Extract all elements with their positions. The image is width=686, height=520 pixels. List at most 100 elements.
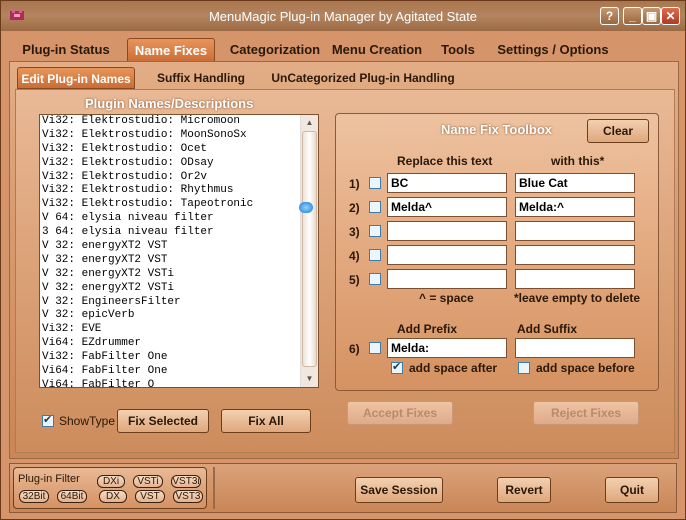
window-title: MenuMagic Plug-in Manager by Agitated St… — [208, 9, 478, 24]
row-6-number: 6) — [349, 342, 360, 356]
row-5-number: 5) — [349, 273, 360, 287]
subtab-edit-plugin-names[interactable]: Edit Plug-in Names — [17, 67, 135, 89]
list-item[interactable]: 3 64: elysia niveau filter — [42, 226, 298, 240]
clear-button[interactable]: Clear — [587, 119, 649, 143]
filter-dx-pill[interactable]: DX — [99, 490, 127, 503]
showtype-label: ShowType — [59, 414, 116, 428]
row-5-checkbox[interactable] — [369, 273, 381, 285]
fix-all-button[interactable]: Fix All — [221, 409, 311, 433]
subtab-suffix-handling[interactable]: Suffix Handling — [153, 67, 249, 89]
filter-dxi-pill[interactable]: DXi — [97, 475, 125, 488]
suffix-header: Add Suffix — [517, 322, 577, 336]
reject-fixes-button[interactable]: Reject Fixes — [533, 401, 639, 425]
row-3-checkbox[interactable] — [369, 225, 381, 237]
list-item[interactable]: Vi32: EVE — [42, 323, 298, 337]
space-note: ^ = space — [419, 291, 474, 305]
scroll-thumb[interactable] — [302, 131, 317, 367]
row-1-number: 1) — [349, 177, 360, 191]
row-2-checkbox[interactable] — [369, 201, 381, 213]
row-1-checkbox[interactable] — [369, 177, 381, 189]
list-item[interactable]: Vi32: FabFilter One — [42, 351, 298, 365]
list-item[interactable]: V 64: elysia niveau filter — [42, 212, 298, 226]
prefix-field[interactable]: Melda: — [387, 338, 507, 358]
row-2-replace-field[interactable]: Melda^ — [387, 197, 507, 217]
list-item[interactable]: V 32: EngineersFilter — [42, 296, 298, 310]
toolbox-title: Name Fix Toolbox — [441, 122, 552, 137]
save-session-button[interactable]: Save Session — [355, 477, 443, 503]
suffix-field[interactable] — [515, 338, 635, 358]
row-3-replace-field[interactable] — [387, 221, 507, 241]
revert-button[interactable]: Revert — [497, 477, 551, 503]
add-space-before-label: add space before — [536, 361, 635, 375]
accept-fixes-button[interactable]: Accept Fixes — [347, 401, 453, 425]
row-4-checkbox[interactable] — [369, 249, 381, 261]
filter-vsti-pill[interactable]: VSTi — [133, 475, 163, 488]
filter-64bit-pill[interactable]: 64Bit — [57, 490, 87, 503]
quit-button[interactable]: Quit — [605, 477, 659, 503]
list-item[interactable]: Vi64: FabFilter O — [42, 379, 298, 387]
bottom-separator — [213, 467, 215, 509]
list-item[interactable]: Vi32: Elektrostudio: Micromoon — [42, 115, 298, 129]
list-item[interactable]: Vi32: Elektrostudio: MoonSonoSx — [42, 129, 298, 143]
scroll-down-arrow-icon[interactable]: ▼ — [302, 372, 317, 386]
help-button[interactable]: ? — [600, 7, 619, 25]
maximize-button[interactable]: ▣ — [642, 7, 661, 25]
add-space-after-checkbox[interactable] — [391, 360, 403, 374]
list-item[interactable]: Vi32: Elektrostudio: Tapeotronic — [42, 198, 298, 212]
add-space-after-label: add space after — [409, 361, 498, 375]
plugin-filter-label: Plug-in Filter — [18, 473, 80, 485]
row-2-with-field[interactable]: Melda:^ — [515, 197, 635, 217]
row-5-replace-field[interactable] — [387, 269, 507, 289]
filter-vst-pill[interactable]: VST — [135, 490, 165, 503]
row-3-with-field[interactable] — [515, 221, 635, 241]
list-item[interactable]: V 32: epicVerb — [42, 309, 298, 323]
list-item[interactable]: Vi64: EZdrummer — [42, 337, 298, 351]
list-item[interactable]: V 32: energyXT2 VST — [42, 240, 298, 254]
list-item[interactable]: Vi32: Elektrostudio: Or2v — [42, 171, 298, 185]
list-item[interactable]: V 32: energyXT2 VSTi — [42, 282, 298, 296]
tab-plugin-status[interactable]: Plug-in Status — [17, 38, 115, 62]
list-item[interactable]: Vi32: Elektrostudio: ODsay — [42, 157, 298, 171]
row-5-with-field[interactable] — [515, 269, 635, 289]
filter-vst3i-pill[interactable]: VST3i — [171, 475, 201, 488]
list-item[interactable]: Vi64: FabFilter One — [42, 365, 298, 379]
scroll-position-knob-icon[interactable] — [299, 202, 313, 213]
list-item[interactable]: V 32: energyXT2 VST — [42, 254, 298, 268]
row-3-number: 3) — [349, 225, 360, 239]
filter-vst3-pill[interactable]: VST3 — [173, 490, 203, 503]
minimize-button[interactable]: _ — [623, 7, 642, 25]
list-item[interactable]: V 32: energyXT2 VSTi — [42, 268, 298, 282]
title-bar: MenuMagic Plug-in Manager by Agitated St… — [1, 1, 685, 31]
row-4-with-field[interactable] — [515, 245, 635, 265]
scroll-up-arrow-icon[interactable]: ▲ — [302, 116, 317, 130]
replace-header: Replace this text — [397, 154, 493, 168]
main-tabs: Plug-in Status Name Fixes Categorization… — [9, 35, 677, 63]
main-window: MenuMagic Plug-in Manager by Agitated St… — [0, 0, 686, 520]
with-header: with this* — [551, 154, 605, 168]
tab-menu-creation[interactable]: Menu Creation — [331, 38, 423, 62]
tab-name-fixes[interactable]: Name Fixes — [127, 38, 215, 62]
tab-settings-options[interactable]: Settings / Options — [495, 38, 611, 62]
plugin-list-header: Plugin Names/Descriptions — [85, 96, 254, 111]
row-4-replace-field[interactable] — [387, 245, 507, 265]
prefix-header: Add Prefix — [397, 322, 458, 336]
delete-note: *leave empty to delete — [514, 291, 641, 305]
row-6-checkbox[interactable] — [369, 342, 381, 354]
row-1-with-field[interactable]: Blue Cat — [515, 173, 635, 193]
plugin-list[interactable]: Vi32: Elektrostudio: Micromoon Vi32: Elek… — [39, 114, 319, 388]
plugin-list-scrollbar[interactable]: ▲ ▼ — [300, 115, 318, 387]
subtab-uncategorized-handling[interactable]: UnCategorized Plug-in Handling — [271, 67, 455, 89]
row-2-number: 2) — [349, 201, 360, 215]
list-item[interactable]: Vi32: Elektrostudio: Ocet — [42, 143, 298, 157]
list-item[interactable]: Vi32: Elektrostudio: Rhythmus — [42, 184, 298, 198]
filter-32bit-pill[interactable]: 32Bit — [19, 490, 49, 503]
plugin-list-items: Vi32: Elektrostudio: Micromoon Vi32: Elek… — [42, 115, 298, 387]
fix-selected-button[interactable]: Fix Selected — [117, 409, 209, 433]
add-space-before-checkbox[interactable] — [518, 362, 530, 374]
row-4-number: 4) — [349, 249, 360, 263]
tab-categorization[interactable]: Categorization — [225, 38, 325, 62]
showtype-checkbox[interactable] — [42, 413, 54, 427]
close-button[interactable]: ✕ — [661, 7, 680, 25]
tab-tools[interactable]: Tools — [437, 38, 479, 62]
row-1-replace-field[interactable]: BC — [387, 173, 507, 193]
